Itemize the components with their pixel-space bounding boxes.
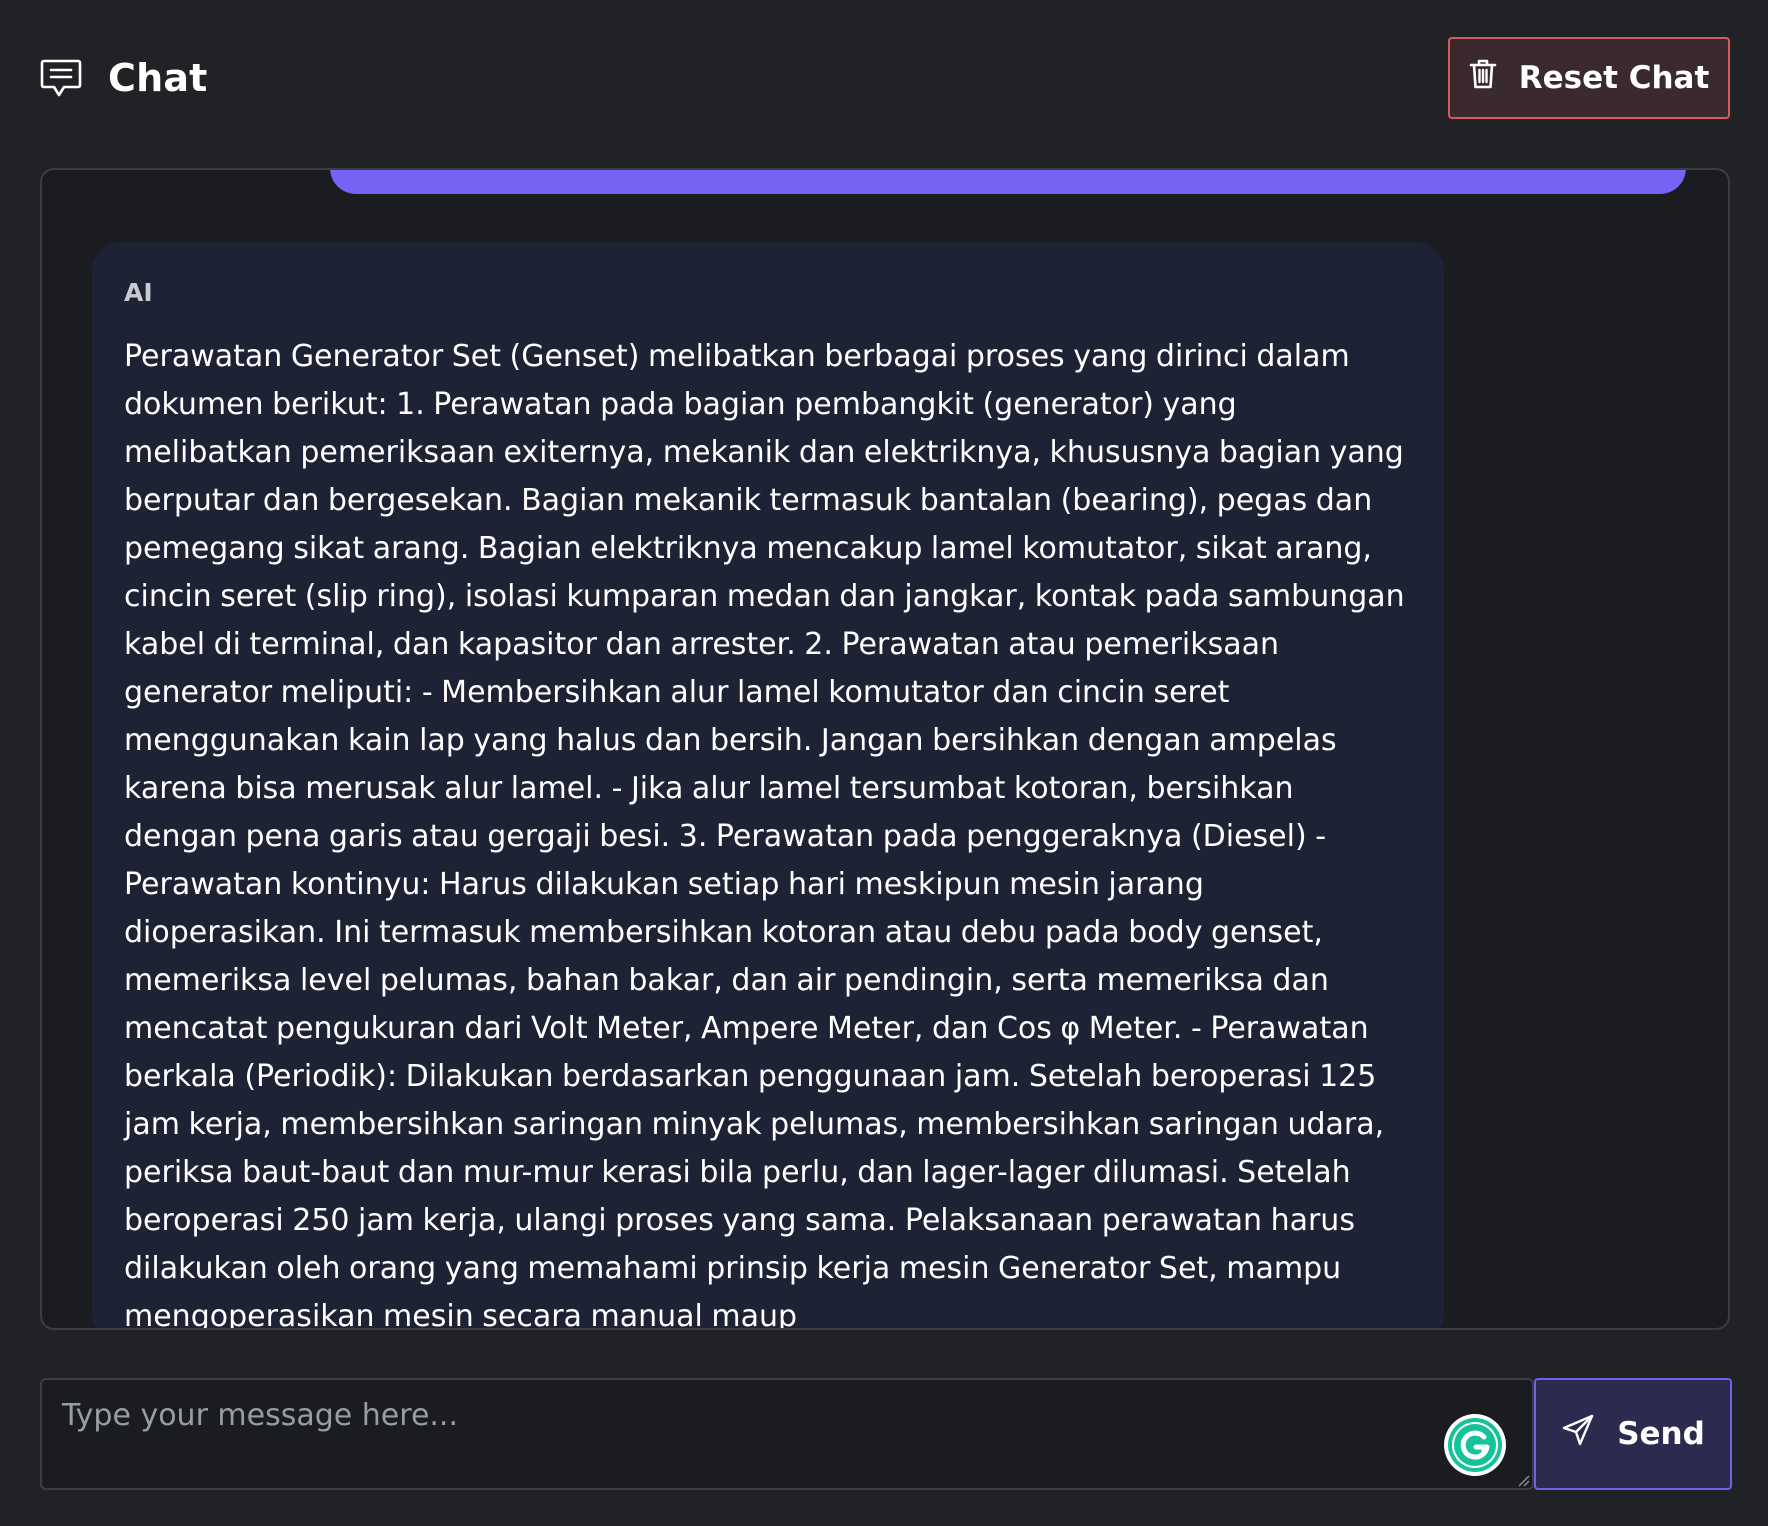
ai-message-text: Perawatan Generator Set (Genset) melibat… xyxy=(124,339,1405,1330)
send-label: Send xyxy=(1617,1416,1705,1452)
reset-chat-button[interactable]: Reset Chat xyxy=(1448,37,1730,119)
header: Chat Reset Chat xyxy=(40,36,1730,120)
user-message-bubble xyxy=(330,170,1686,194)
paper-plane-icon xyxy=(1561,1413,1595,1455)
title-group: Chat xyxy=(40,56,208,100)
trash-icon xyxy=(1469,58,1497,98)
ai-sender-label: AI xyxy=(124,278,153,307)
chat-app: Chat Reset Chat AI Perawatan Generator S… xyxy=(0,0,1768,1526)
chat-bubble-icon xyxy=(40,58,82,98)
message-input[interactable] xyxy=(42,1380,1532,1488)
page-title: Chat xyxy=(108,56,208,100)
resize-handle-icon[interactable] xyxy=(1516,1472,1530,1487)
message-input-wrapper xyxy=(40,1378,1534,1490)
grammarly-icon[interactable] xyxy=(1444,1414,1506,1476)
message-list[interactable]: AI Perawatan Generator Set (Genset) meli… xyxy=(40,168,1730,1330)
send-button[interactable]: Send xyxy=(1534,1378,1732,1490)
reset-chat-label: Reset Chat xyxy=(1518,60,1710,96)
ai-message-bubble: AI Perawatan Generator Set (Genset) meli… xyxy=(92,242,1444,1330)
